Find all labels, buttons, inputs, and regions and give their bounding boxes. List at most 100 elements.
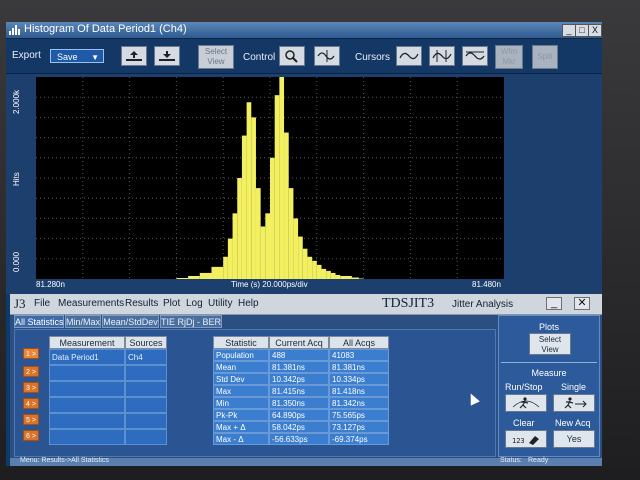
table-cell: -56.633ps [269,433,329,445]
divider [501,362,597,363]
tab-tie-rjdj-ber[interactable]: TIE RjDj - BER [160,315,222,328]
table-cell: 81.342ns [329,397,389,409]
table-cell[interactable] [49,429,125,445]
row-select-2[interactable]: 2 > [23,366,39,377]
table-cell: 10.334ps [329,373,389,385]
export-upload-button[interactable] [121,46,147,66]
wfm-mkr-button[interactable]: Wfm Mkr [495,45,523,69]
histogram-bar [288,188,294,279]
sources-header: Sources [125,336,167,349]
histogram-bar [284,132,289,279]
row-select-6[interactable]: 6 > [23,430,39,441]
status-menu-path: Menu: Results->All Statistics [20,457,109,464]
table-cell[interactable] [125,381,167,397]
table-cell: 64.890ps [269,409,329,421]
table-cell: -69.374ps [329,433,389,445]
eraser-icon: 123 [512,436,539,445]
histogram-bar [302,248,308,279]
menu-utility[interactable]: Utility [208,298,232,309]
jit3-close-button[interactable]: ✕ [574,297,590,310]
plots-select-view-button[interactable]: Select View [529,333,571,355]
menu-file[interactable]: File [34,298,50,309]
single-button[interactable] [553,394,595,412]
menu-results[interactable]: Results [125,298,158,309]
histogram-bar [199,272,212,279]
split-button[interactable]: Split [532,45,558,69]
histogram-bar [298,236,303,279]
table-cell: 81.381ns [269,361,329,373]
table-cell[interactable] [49,397,125,413]
app-subtitle: Jitter Analysis [452,299,514,310]
sine-cursor-icon [399,52,419,60]
histogram-chart [36,77,504,280]
row-select-1[interactable]: 1 > [23,348,39,359]
jit3-minimize-button[interactable]: _ [546,297,562,310]
minimize-button[interactable]: _ [562,24,576,37]
histogram-bar [330,272,336,279]
table-cell[interactable]: Data Period1 [49,349,125,365]
tab-all-statistics[interactable]: All Statistics [14,315,64,328]
histogram-bar [227,238,233,279]
cursor-horizontal-button[interactable] [429,46,455,66]
row-select-4[interactable]: 4 > [23,398,39,409]
table-cell[interactable] [125,397,167,413]
new-acq-yes-button[interactable]: Yes [553,430,595,448]
measure-label: Measure [531,368,567,378]
table-cell[interactable] [49,413,125,429]
measurement-header: Measurement [49,336,125,349]
histogram-bar [260,226,266,279]
histogram-bar [321,268,327,279]
maximize-button[interactable]: □ [575,24,589,37]
table-cell: 81.381ns [329,361,389,373]
save-dropdown[interactable]: Save ▼ [50,49,104,63]
table-cell: Std Dev [213,373,269,385]
table-cell[interactable] [125,429,167,445]
table-cell[interactable] [125,413,167,429]
menu-plot[interactable]: Plot [163,298,180,309]
export-download-button[interactable] [154,46,180,66]
histogram-bar [241,135,247,279]
dropdown-arrow-icon: ▼ [91,53,99,62]
jit3-menu-bar: J3 File Measurements Results Plot Log Ut… [10,294,602,315]
save-dropdown-label: Save [57,52,78,62]
histogram-bar [255,188,261,279]
row-select-5[interactable]: 5 > [23,414,39,425]
histogram-bar [326,270,331,279]
cursor-vertical-button[interactable] [396,46,422,66]
pan-button[interactable] [314,46,340,66]
table-cell: 73.127ps [329,421,389,433]
histogram-bar [293,218,299,279]
j3-logo: J3 [14,296,26,311]
table-cell[interactable] [125,365,167,381]
row-select-3[interactable]: 3 > [23,382,39,393]
table-cell[interactable] [49,381,125,397]
cursor-waveform-button[interactable] [462,46,488,66]
histogram-bar [307,256,313,279]
menu-log[interactable]: Log [186,298,203,309]
table-cell[interactable] [49,365,125,381]
histogram-plot-area[interactable] [36,77,504,280]
table-cell[interactable]: Ch4 [125,349,167,365]
close-button[interactable]: X [588,24,602,37]
status-label: Status: [500,457,522,464]
table-cell: Pk-Pk [213,409,269,421]
menu-measurements[interactable]: Measurements [58,298,124,309]
select-view-button[interactable]: Select View [198,45,234,69]
app-title: TDSJIT3 [382,296,435,311]
menu-help[interactable]: Help [238,298,259,309]
table-cell: 41083 [329,349,389,361]
svg-text:123: 123 [512,437,525,445]
histogram-bar [265,213,270,279]
zoom-button[interactable] [279,46,305,66]
export-label: Export [12,50,41,61]
histogram-bar [246,102,252,279]
x-right-tick-label: 81.480n [472,280,501,289]
run-stop-button[interactable] [505,394,547,412]
histogram-bar [351,277,359,279]
histogram-bar [312,260,317,279]
clear-button[interactable]: 123 [505,430,547,448]
table-cell: 488 [269,349,329,361]
tab-min-max[interactable]: Min/Max [65,315,101,328]
tab-mean-stddev[interactable]: Mean/StdDev [102,315,159,328]
all-acqs-header: All Acqs [329,336,389,349]
